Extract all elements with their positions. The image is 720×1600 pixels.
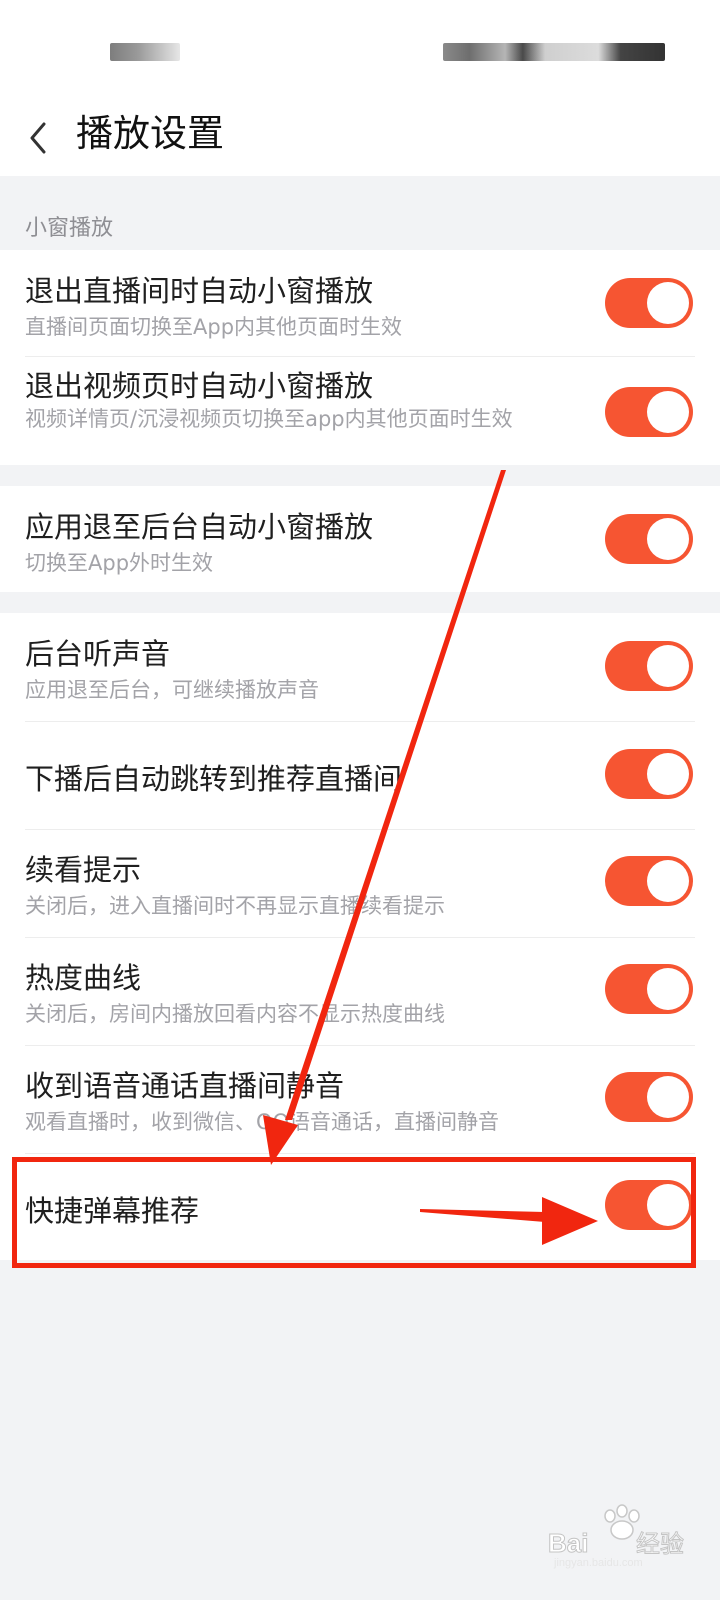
setting-subtitle: 观看直播时，收到微信、QQ语音通话，直播间静音 [25,1110,500,1134]
toggle-switch[interactable] [605,856,693,906]
setting-row: 后台听声音 应用退至后台，可继续播放声音 [0,613,720,721]
toggle-switch[interactable] [605,1072,693,1122]
toggle-knob [647,753,689,795]
setting-title: 收到语音通话直播间静音 [25,1069,345,1103]
toggle-switch[interactable] [605,964,693,1014]
setting-row: 续看提示 关闭后，进入直播间时不再显示直播续看提示 [0,830,720,937]
toggle-switch[interactable] [605,278,693,328]
toggle-knob [647,518,689,560]
page-title: 播放设置 [76,112,224,155]
status-bar-left-blur [110,43,180,61]
setting-title: 后台听声音 [25,637,171,671]
svg-text:Bai: Bai [548,1528,588,1558]
toggle-knob [647,391,689,433]
setting-subtitle: 切换至App外时生效 [25,551,214,575]
setting-row: 应用退至后台自动小窗播放 切换至App外时生效 [0,486,720,592]
toggle-knob [647,1076,689,1118]
setting-title: 应用退至后台自动小窗播放 [25,510,374,544]
toggle-switch[interactable] [605,387,693,437]
setting-subtitle: 应用退至后台，可继续播放声音 [25,678,319,702]
baidu-paw-logo: Bai 经验 jingyan.baidu.com [548,1504,685,1569]
setting-title: 热度曲线 [25,961,142,995]
toggle-switch[interactable] [605,749,693,799]
toggle-knob [647,860,689,902]
setting-row: 退出视频页时自动小窗播放 视频详情页/沉浸视频页切换至app内其他页面时生效 [0,357,720,465]
toggle-knob [647,282,689,324]
setting-row: 退出直播间时自动小窗播放 直播间页面切换至App内其他页面时生效 [0,250,720,356]
toggle-knob [647,645,689,687]
chevron-left-icon [30,122,46,154]
setting-row: 热度曲线 关闭后，房间内播放回看内容不显示热度曲线 [0,938,720,1045]
status-bar-right-blur [443,43,665,61]
highlight-box [12,1157,696,1268]
settings-group-1: 退出直播间时自动小窗播放 直播间页面切换至App内其他页面时生效 退出视频页时自… [0,250,720,465]
setting-title: 下播后自动跳转到推荐直播间 [25,762,403,796]
svg-text:jingyan.baidu.com: jingyan.baidu.com [553,1557,643,1569]
toggle-switch[interactable] [605,641,693,691]
setting-title: 退出视频页时自动小窗播放 [25,369,374,403]
setting-subtitle: 直播间页面切换至App内其他页面时生效 [25,315,403,339]
section-label: 小窗播放 [25,216,114,241]
setting-title: 退出直播间时自动小窗播放 [25,274,374,308]
back-button[interactable] [22,112,56,164]
nav-bar: 播放设置 [0,100,720,176]
setting-subtitle: 关闭后，房间内播放回看内容不显示热度曲线 [25,1002,445,1026]
toggle-switch[interactable] [605,514,693,564]
setting-row: 收到语音通话直播间静音 观看直播时，收到微信、QQ语音通话，直播间静音 [0,1046,720,1153]
status-bar [0,0,720,100]
setting-subtitle: 关闭后，进入直播间时不再显示直播续看提示 [25,894,445,918]
settings-group-2: 应用退至后台自动小窗播放 切换至App外时生效 [0,486,720,592]
setting-row: 下播后自动跳转到推荐直播间 [0,722,720,829]
setting-subtitle: 视频详情页/沉浸视频页切换至app内其他页面时生效 [25,407,513,431]
toggle-knob [647,968,689,1010]
svg-text:经验: 经验 [636,1530,684,1558]
setting-title: 续看提示 [25,853,142,887]
baidu-watermark: Bai 经验 jingyan.baidu.com [548,1500,698,1570]
